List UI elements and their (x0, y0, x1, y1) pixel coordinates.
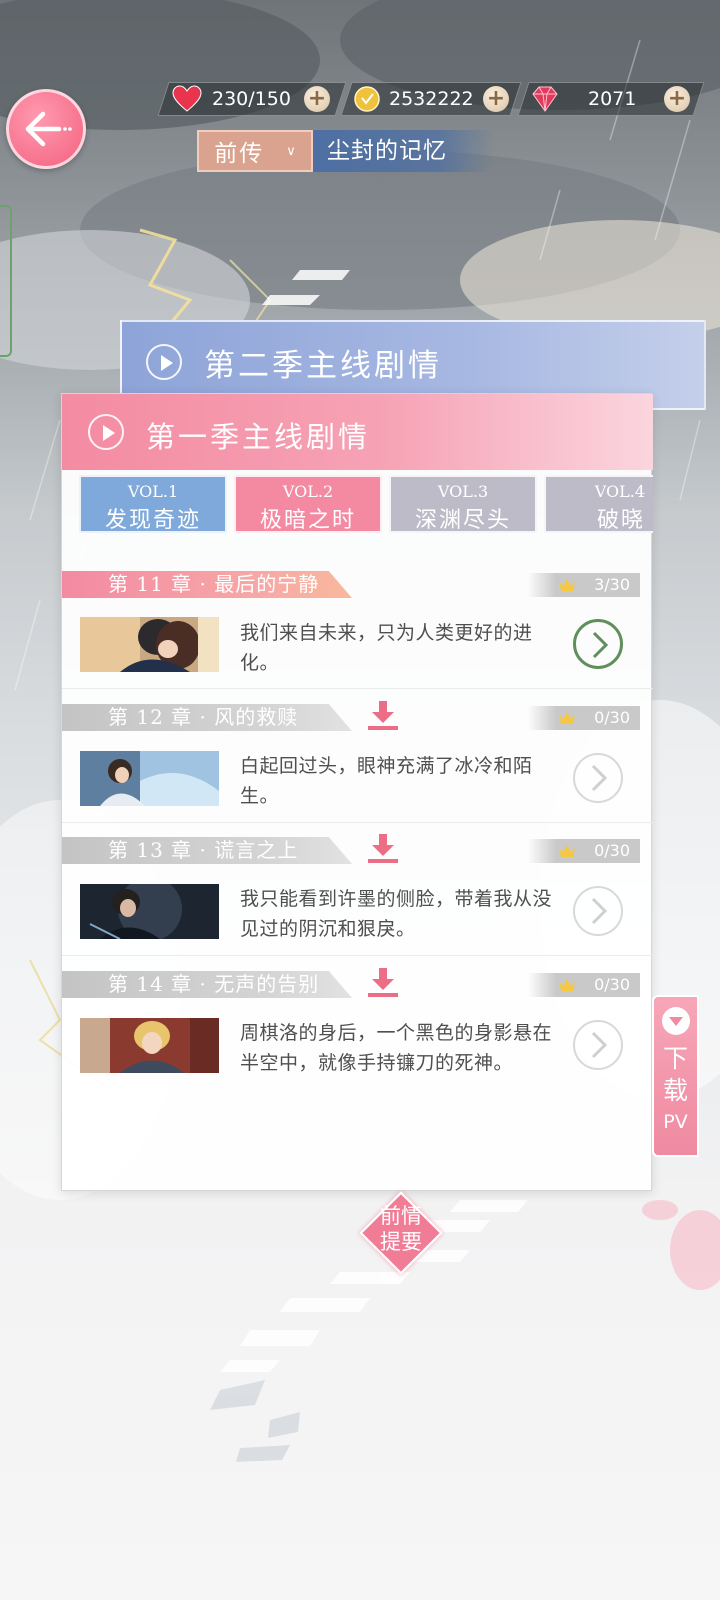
download-icon[interactable] (366, 699, 400, 731)
chapter-title: 第 12 章 · 风的救赎 (108, 705, 299, 729)
chevron-right-icon (591, 764, 608, 792)
chapter-14-progress: 0/30 (528, 973, 640, 997)
play-icon (88, 414, 124, 450)
divider (62, 688, 653, 689)
divider (62, 822, 653, 823)
gold-coin-icon (354, 86, 380, 112)
gold-counter: 2532222 + (340, 82, 522, 116)
stamina-counter: 230/150 + (157, 82, 347, 116)
heart-icon (172, 85, 202, 112)
chapter-11-progress: 3/30 (528, 573, 640, 597)
chapter-14-thumbnail (80, 1018, 219, 1073)
diamond-counter: 2071 + (517, 82, 705, 116)
download-pv-label-2: 载 (662, 1076, 688, 1105)
chapter-12-thumbnail (80, 751, 219, 806)
vol-number: VOL.3 (437, 482, 489, 501)
season1-title: 第一季主线剧情 (146, 420, 371, 454)
chapter-12-enter-button[interactable] (573, 753, 623, 803)
vol-name: 破晓 (596, 508, 645, 533)
chapter-14-description: 周棋洛的身后，一个黑色的身影悬在半空中，就像手持镰刀的死神。 (240, 1022, 553, 1074)
recap-label: 前情 提要 (353, 1203, 449, 1255)
vol-name: 深渊尽头 (414, 508, 511, 533)
vol-number: VOL.2 (282, 482, 334, 501)
download-icon[interactable] (366, 832, 400, 864)
recap-button[interactable]: 前情 提要 (353, 1191, 449, 1275)
chevron-right-icon (592, 631, 609, 659)
chapter-title: 第 13 章 · 谎言之上 (108, 838, 299, 862)
vol-tab-1[interactable]: VOL.1 发现奇迹 (79, 475, 227, 533)
back-arrow-icon (25, 111, 72, 147)
season-dropdown[interactable]: 前传 ∨ (197, 130, 313, 172)
stamina-value: 230/150 (212, 88, 291, 110)
chevron-down-icon: ∨ (286, 143, 296, 159)
download-pv-label-1: 下 (662, 1044, 688, 1073)
vol-number: VOL.4 (594, 482, 645, 501)
vol-tab-3[interactable]: VOL.3 深渊尽头 (389, 475, 537, 533)
chapter-13-description: 我只能看到许墨的侧脸，带着我从没见过的阴沉和狠戾。 (240, 888, 553, 940)
season1-header: 第一季主线剧情 (62, 394, 653, 470)
season-tab-label: 前传 (214, 141, 265, 167)
chevron-right-icon (591, 1031, 608, 1059)
season-subtitle: 尘封的记忆 (313, 130, 493, 172)
recap-label-1: 前情 (380, 1204, 422, 1228)
vol-tab-2[interactable]: VOL.2 极暗之时 (234, 475, 382, 533)
gold-value: 2532222 (389, 88, 474, 110)
download-arrow-icon (661, 1007, 690, 1035)
recap-label-2: 提要 (380, 1230, 422, 1254)
vol-name: 极暗之时 (259, 508, 356, 533)
chapter-11-thumbnail (80, 617, 219, 672)
chapter-12-banner: 第 12 章 · 风的救赎 (62, 704, 352, 731)
download-icon[interactable] (366, 966, 400, 998)
season2-title: 第二季主线剧情 (204, 348, 442, 384)
chapter-14-banner: 第 14 章 · 无声的告别 (62, 971, 352, 998)
back-button[interactable] (6, 89, 86, 169)
chapter-11-banner: 第 11 章 · 最后的宁静 (62, 571, 352, 598)
chapter-title: 第 11 章 · 最后的宁静 (108, 572, 320, 596)
play-icon (146, 344, 182, 380)
crown-icon (559, 979, 575, 991)
diamond-icon (532, 86, 558, 112)
vol-name: 发现奇迹 (104, 508, 201, 533)
vol-tab-4[interactable]: VOL.4 破晓 (544, 475, 653, 533)
chevron-right-icon (591, 897, 608, 925)
vol-number: VOL.1 (127, 482, 179, 501)
chapter-11-description: 我们来自未来，只为人类更好的进化。 (240, 622, 533, 674)
progress-value: 0/30 (594, 708, 630, 727)
chapter-12-progress: 0/30 (528, 706, 640, 730)
diamond-value: 2071 (588, 88, 637, 110)
season1-card: 第一季主线剧情 VOL.1 发现奇迹 VOL.2 极暗之时 VOL.3 深渊尽头… (61, 393, 653, 1191)
download-pv-label-3: PV (663, 1111, 688, 1133)
chapter-13-progress: 0/30 (528, 839, 640, 863)
crown-icon (559, 845, 575, 857)
progress-value: 3/30 (594, 575, 630, 594)
chapter-13-banner: 第 13 章 · 谎言之上 (62, 837, 352, 864)
progress-value: 0/30 (594, 841, 630, 860)
chapter-11-enter-button[interactable] (573, 619, 623, 669)
chapter-13-thumbnail (80, 884, 219, 939)
add-diamond-button[interactable]: + (664, 86, 690, 112)
chapter-14-enter-button[interactable] (573, 1020, 623, 1070)
side-panel-edge (0, 205, 12, 357)
add-stamina-button[interactable]: + (304, 86, 330, 112)
divider (62, 955, 653, 956)
download-pv-button[interactable]: 下 载 PV (652, 995, 699, 1157)
add-gold-button[interactable]: + (483, 86, 509, 112)
crown-icon (559, 579, 575, 591)
chapter-title: 第 14 章 · 无声的告别 (108, 972, 320, 996)
chapter-12-description: 白起回过头，眼神充满了冰冷和陌生。 (240, 755, 533, 807)
crown-icon (559, 712, 575, 724)
progress-value: 0/30 (594, 975, 630, 994)
chapter-13-enter-button[interactable] (573, 886, 623, 936)
